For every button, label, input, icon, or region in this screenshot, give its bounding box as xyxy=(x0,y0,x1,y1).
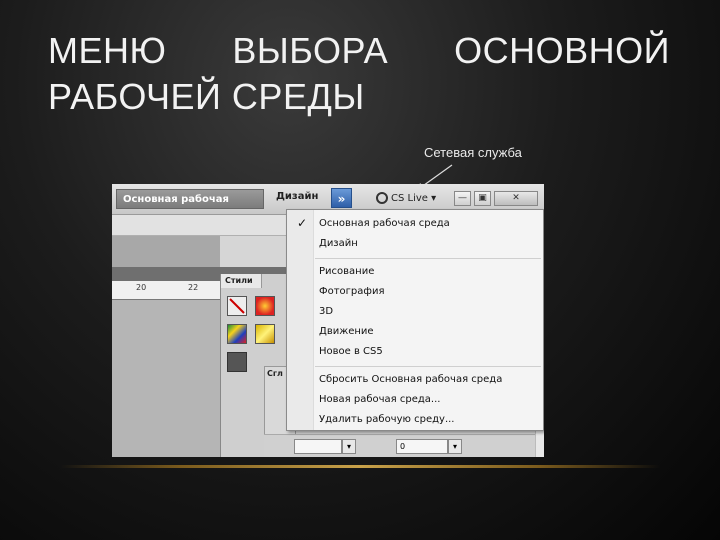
menu-item-delete-workspace[interactable]: Удалить рабочую среду... xyxy=(319,414,454,425)
title-word-2: ВЫБОРА xyxy=(232,30,389,71)
ruler: 20 22 xyxy=(112,281,220,300)
menu-item-photography[interactable]: Фотография xyxy=(319,286,384,297)
slide-title: МЕНЮ ВЫБОРА ОСНОВНОЙ РАБОЧЕЙ СРЕДЫ xyxy=(48,28,673,120)
tracking-dropdown-arrow[interactable]: ▾ xyxy=(448,439,462,454)
cs-live-label: CS Live ▾ xyxy=(391,193,437,204)
workspace-menu: ✓ Основная рабочая среда Дизайн Рисовани… xyxy=(286,209,544,431)
cs-live-button[interactable]: CS Live ▾ xyxy=(376,189,436,209)
menu-separator xyxy=(315,366,541,367)
title-line-2: РАБОЧЕЙ СРЕДЫ xyxy=(48,76,365,117)
close-button[interactable]: ✕ xyxy=(494,191,538,206)
kerning-field[interactable] xyxy=(294,439,342,454)
kerning-row: ▾ 0 ▾ xyxy=(264,434,544,457)
workspace-button[interactable]: Основная рабочая среде xyxy=(116,189,264,225)
title-word-1: МЕНЮ xyxy=(48,30,167,71)
title-word-3: ОСНОВНОЙ xyxy=(454,30,670,71)
canvas[interactable] xyxy=(112,300,220,457)
menu-item-reset-workspace[interactable]: Сбросить Основная рабочая среда xyxy=(319,374,502,385)
style-multicolor-swatch[interactable] xyxy=(227,324,247,344)
kerning-dropdown-arrow[interactable]: ▾ xyxy=(342,439,356,454)
style-gray-swatch[interactable] xyxy=(227,352,247,372)
ruler-tick-label: 20 xyxy=(136,283,147,292)
minimize-button[interactable]: — xyxy=(454,191,471,206)
menu-separator xyxy=(315,258,541,259)
menu-item-motion[interactable]: Движение xyxy=(319,326,374,337)
menu-gutter xyxy=(287,210,314,430)
menu-item-essentials[interactable]: Основная рабочая среда xyxy=(319,218,450,229)
app-screenshot: Основная рабочая среде Дизайн » CS Live … xyxy=(112,184,544,457)
checkmark-icon: ✓ xyxy=(297,216,308,230)
styles-tab[interactable]: Стили xyxy=(221,274,262,288)
menu-item-design[interactable]: Дизайн xyxy=(319,238,358,249)
style-none-swatch[interactable] xyxy=(227,296,247,316)
design-workspace-label[interactable]: Дизайн xyxy=(276,191,318,202)
tracking-field[interactable]: 0 xyxy=(396,439,448,454)
cs-live-icon xyxy=(376,192,388,204)
style-red-swatch[interactable] xyxy=(255,296,275,316)
title-line-1: МЕНЮ ВЫБОРА ОСНОВНОЙ xyxy=(48,28,670,74)
expand-chevron-button[interactable]: » xyxy=(331,188,352,208)
gold-divider xyxy=(60,465,660,468)
menu-item-new-workspace[interactable]: Новая рабочая среда... xyxy=(319,394,440,405)
callout-label: Сетевая служба xyxy=(424,145,522,160)
ruler-tick-label: 22 xyxy=(188,283,199,292)
restore-button[interactable]: ▣ xyxy=(474,191,491,206)
menu-item-3d[interactable]: 3D xyxy=(319,306,333,317)
style-gold-swatch[interactable] xyxy=(255,324,275,344)
menu-item-new-in-cs5[interactable]: Новое в CS5 xyxy=(319,346,383,357)
menu-item-painting[interactable]: Рисование xyxy=(319,266,374,277)
